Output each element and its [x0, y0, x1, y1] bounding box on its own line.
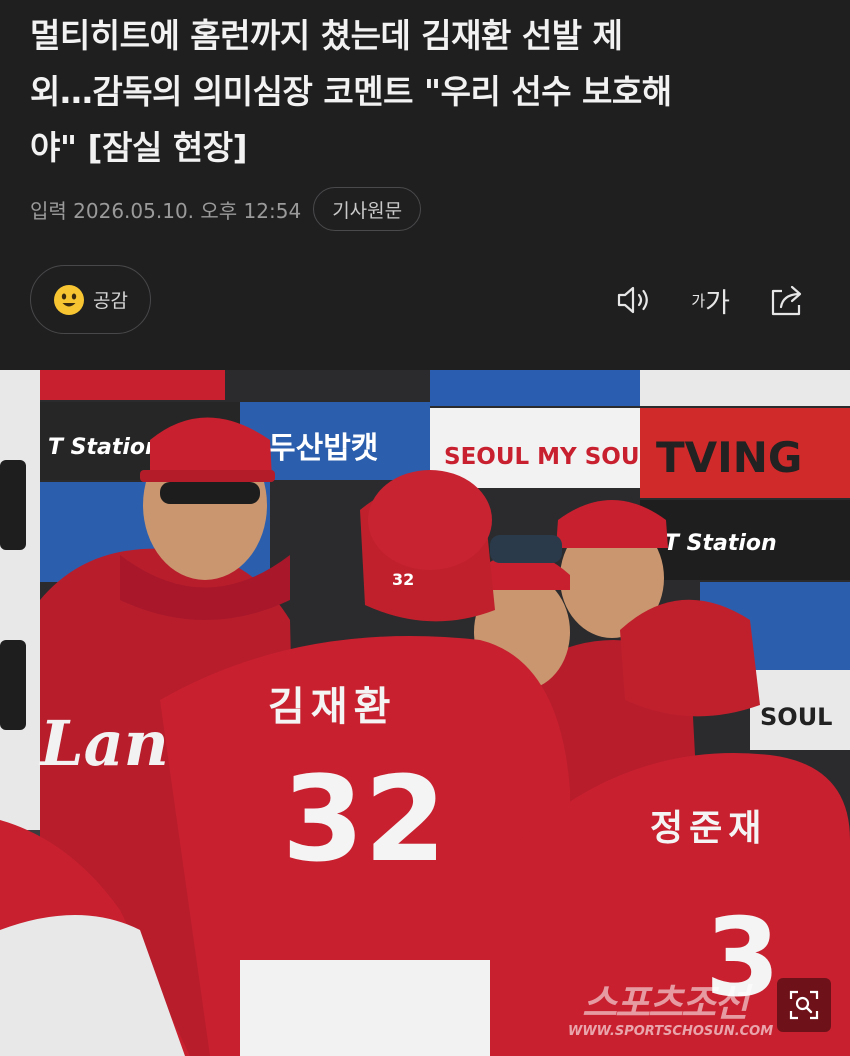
font-size-small-glyph: 가 — [691, 291, 706, 310]
sign-tstation-2: T Station — [664, 531, 777, 556]
font-size-icon[interactable]: 가 가 — [691, 280, 730, 320]
jersey-name-left: 김재환 — [268, 684, 396, 730]
sign-seoul: SEOUL MY SOUL — [444, 444, 655, 470]
sign-soul: SOUL — [760, 703, 832, 731]
sign-tving: TVING — [656, 433, 802, 482]
article-meta: 입력 2026.05.10. 오후 12:54 기사원문 — [30, 186, 422, 232]
empathy-label: 공감 — [93, 290, 128, 312]
article-toolbar: 가 가 — [615, 280, 806, 320]
dugout-photo-illustration: T Station 두산밥캣 SEOUL MY SOUL TVING T Sta… — [0, 370, 850, 1056]
article-photo[interactable]: T Station 두산밥캣 SEOUL MY SOUL TVING T Sta… — [0, 370, 850, 1056]
font-size-large-glyph: 가 — [705, 287, 730, 319]
jersey-number-left: 32 — [282, 750, 446, 888]
helmet-number: 32 — [392, 570, 414, 589]
original-article-button[interactable]: 기사원문 — [313, 187, 422, 231]
photo-watermark: 스포츠조선 — [582, 981, 749, 1025]
article-headline: 멀티히트에 홈런까지 쳤는데 김재환 선발 제 외…감독의 의미심장 코멘트 "… — [30, 8, 830, 176]
zoom-icon — [789, 990, 819, 1020]
empathy-button[interactable]: 공감 — [30, 265, 151, 334]
sign-tstation: T Station — [48, 435, 161, 460]
sign-bobcat: 두산밥캣 — [268, 431, 378, 466]
headline-line-1: 멀티히트에 홈런까지 쳤는데 김재환 선발 제 — [30, 16, 623, 55]
published-date: 입력 2026.05.10. 오후 12:54 — [30, 198, 302, 223]
headline-line-3: 야" [잠실 현장] — [30, 128, 248, 167]
smile-emoji-icon — [54, 284, 85, 315]
zoom-button[interactable] — [777, 978, 831, 1032]
jersey-name-right: 정준재 — [650, 808, 767, 849]
speaker-icon[interactable] — [615, 280, 653, 320]
article-header: 멀티히트에 홈런까지 쳤는데 김재환 선발 제 외…감독의 의미심장 코멘트 "… — [0, 0, 850, 370]
headline-line-2: 외…감독의 의미심장 코멘트 "우리 선수 보호해 — [30, 72, 672, 111]
original-article-label: 기사원문 — [332, 199, 403, 222]
photo-watermark-url: WWW.SPORTSCHOSUN.COM — [568, 1024, 774, 1039]
share-icon[interactable] — [768, 280, 806, 320]
